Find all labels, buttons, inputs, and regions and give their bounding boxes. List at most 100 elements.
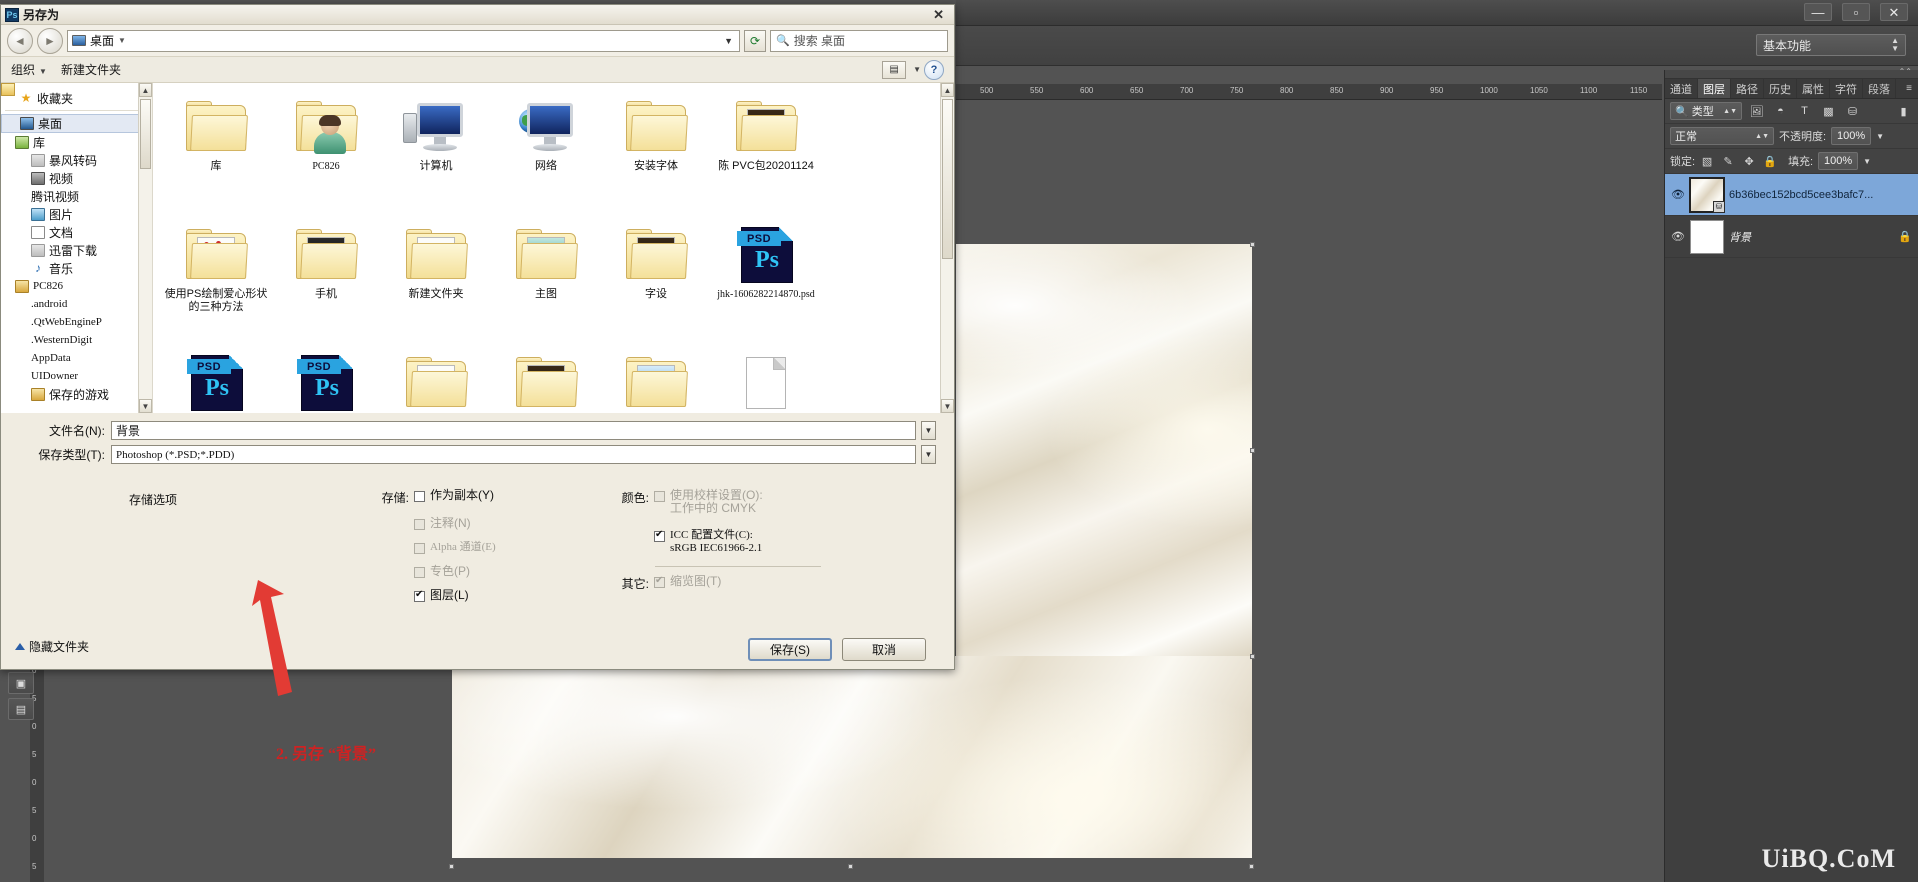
sidebar-item-qtwebengine[interactable]: .QtWebEngineP <box>1 83 152 331</box>
tab-channels[interactable]: 通道 <box>1665 79 1698 98</box>
file-type-select[interactable]: Photoshop (*.PSD;*.PDD) <box>111 445 916 464</box>
new-folder-button[interactable]: 新建文件夹 <box>61 61 121 78</box>
file-item[interactable]: 使用PS绘制爱心形状的三种方法 <box>161 221 271 347</box>
blend-mode-select[interactable]: 正常 ▲▼ <box>1670 127 1774 145</box>
file-item[interactable]: 手机 <box>271 221 381 347</box>
tab-layers[interactable]: 图层 <box>1698 79 1731 98</box>
file-item[interactable]: 安装字体 <box>601 93 711 219</box>
minimize-icon[interactable]: — <box>1804 3 1832 21</box>
opacity-dropdown-icon[interactable]: ▼ <box>1876 132 1884 141</box>
file-item[interactable] <box>491 349 601 413</box>
file-item[interactable]: 主图 <box>491 221 601 347</box>
sidebar-item-documents[interactable]: 文档 <box>1 223 152 241</box>
sidebar-item-uidowner[interactable]: UIDowner <box>1 83 152 385</box>
sidebar-item-pictures[interactable]: 图片 <box>1 205 152 223</box>
selection-handle[interactable] <box>1249 864 1254 869</box>
opacity-input[interactable]: 100% <box>1831 127 1872 145</box>
shape-filter-icon[interactable]: ▩ <box>1819 102 1838 120</box>
forward-button[interactable]: ► <box>37 27 63 54</box>
panel-menu-icon[interactable]: ≡ <box>1900 79 1918 98</box>
sidebar-item-westerndigital[interactable]: .WesternDigit <box>1 83 152 349</box>
sidebar-item-saved-games[interactable]: 保存的游戏 <box>1 385 152 403</box>
layer-filter-type-select[interactable]: 🔍 类型 ▲▼ <box>1670 102 1742 120</box>
help-icon[interactable]: ? <box>924 59 944 80</box>
close-icon[interactable]: ✕ <box>927 7 950 23</box>
file-list-scrollbar[interactable]: ▲ ▼ <box>940 83 954 413</box>
scrollbar-thumb[interactable] <box>140 99 151 169</box>
chevron-down-icon[interactable]: ▼ <box>921 445 936 464</box>
fill-input[interactable]: 100% <box>1818 152 1859 170</box>
workspace-selector[interactable]: 基本功能 ▲ ▼ <box>1756 34 1906 56</box>
quick-mask-icon[interactable]: ▣ <box>8 672 34 694</box>
lock-transparency-icon[interactable]: ▧ <box>1700 152 1714 170</box>
image-filter-icon[interactable]: 🖼 <box>1747 102 1766 120</box>
layers-checkbox[interactable] <box>414 589 425 602</box>
selection-handle[interactable] <box>848 864 853 869</box>
back-button[interactable]: ◄ <box>7 27 33 54</box>
tab-character[interactable]: 字符 <box>1830 79 1863 98</box>
scroll-up-icon[interactable]: ▲ <box>941 83 954 97</box>
selection-handle[interactable] <box>1250 654 1255 659</box>
file-item[interactable]: PSD Ps <box>271 349 381 413</box>
file-item[interactable] <box>711 349 821 413</box>
cancel-button[interactable]: 取消 <box>842 638 926 661</box>
lock-pixels-icon[interactable]: ✎ <box>1721 152 1735 170</box>
tab-paths[interactable]: 路径 <box>1731 79 1764 98</box>
tab-paragraph[interactable]: 段落 <box>1863 79 1896 98</box>
sidebar-item-android[interactable]: .android <box>1 83 152 313</box>
eye-icon[interactable]: 👁 <box>1671 188 1685 201</box>
file-item[interactable] <box>381 349 491 413</box>
eye-icon[interactable]: 👁 <box>1671 230 1685 243</box>
tab-properties[interactable]: 属性 <box>1797 79 1830 98</box>
screen-mode-icon[interactable]: ▤ <box>8 698 34 720</box>
search-input[interactable]: 🔍 搜索 桌面 <box>770 29 948 52</box>
icc-profile-checkbox[interactable] <box>654 529 665 542</box>
sidebar-item-appdata[interactable]: AppData <box>1 83 152 367</box>
scroll-down-icon[interactable]: ▼ <box>139 399 152 413</box>
filter-toggle-switch-icon[interactable]: ▮ <box>1894 102 1913 120</box>
address-bar[interactable]: 桌面 ▼ ▼ <box>67 29 740 52</box>
scroll-down-icon[interactable]: ▼ <box>941 399 954 413</box>
scrollbar-thumb[interactable] <box>942 99 953 259</box>
lock-position-icon[interactable]: ✥ <box>1742 152 1756 170</box>
chevron-down-icon[interactable]: ▼ <box>118 36 126 45</box>
refresh-icon[interactable]: ⟳ <box>744 29 766 52</box>
save-button[interactable]: 保存(S) <box>748 638 832 661</box>
sidebar-item-music[interactable]: ♪ 音乐 <box>1 259 152 277</box>
file-name-input[interactable]: 背景 <box>111 421 916 440</box>
sidebar-item-favorites[interactable]: ★ 收藏夹 <box>1 89 152 107</box>
sidebar-item-desktop[interactable]: 桌面 <box>1 114 152 133</box>
smart-object-filter-icon[interactable]: ⛁ <box>1843 102 1862 120</box>
fill-dropdown-icon[interactable]: ▼ <box>1863 157 1871 166</box>
sidebar-scrollbar[interactable]: ▲ ▼ <box>138 83 152 413</box>
file-item[interactable]: 新建文件夹 <box>381 221 491 347</box>
selection-handle[interactable] <box>1250 448 1255 453</box>
file-item[interactable]: 库 <box>161 93 271 219</box>
view-mode-icon[interactable]: ▤ <box>882 60 907 79</box>
selection-handle[interactable] <box>1250 242 1255 247</box>
sidebar-item-thunder-download[interactable]: 迅雷下载 <box>1 241 152 259</box>
chevron-down-icon[interactable]: ▼ <box>913 65 921 74</box>
sidebar-item-libraries[interactable]: 库 <box>1 133 152 151</box>
file-item[interactable]: PSD Ps <box>161 349 271 413</box>
file-item[interactable]: 计算机 <box>381 93 491 219</box>
address-history-icon[interactable]: ▼ <box>724 36 735 46</box>
file-item[interactable]: PSD Ps jhk-1606282214870.psd <box>711 221 821 347</box>
type-filter-icon[interactable]: T <box>1795 102 1814 120</box>
layer-thumbnail[interactable]: ⛁ <box>1689 176 1725 213</box>
organize-button[interactable]: 组织 ▼ <box>11 61 47 78</box>
scroll-up-icon[interactable]: ▲ <box>139 83 152 97</box>
chevron-down-icon[interactable]: ▼ <box>921 421 936 440</box>
file-item[interactable]: 网络 <box>491 93 601 219</box>
lock-all-icon[interactable]: 🔒 <box>1763 152 1777 170</box>
sidebar-item-videos[interactable]: 视频 <box>1 169 152 187</box>
file-item[interactable]: 陈 PVC包20201124 <box>711 93 821 219</box>
layer-row[interactable]: 👁 ⛁ 6b36bec152bcd5cee3bafc7... <box>1665 174 1918 216</box>
selection-handle[interactable] <box>449 864 454 869</box>
file-item[interactable]: 字设 <box>601 221 711 347</box>
layer-row[interactable]: 👁 背景 🔒 <box>1665 216 1918 258</box>
tab-history[interactable]: 历史 <box>1764 79 1797 98</box>
sidebar-item-tencent-video[interactable]: 腾讯视频 <box>1 83 152 205</box>
panel-collapse-handle[interactable] <box>1665 67 1918 79</box>
layer-thumbnail[interactable] <box>1690 219 1724 254</box>
